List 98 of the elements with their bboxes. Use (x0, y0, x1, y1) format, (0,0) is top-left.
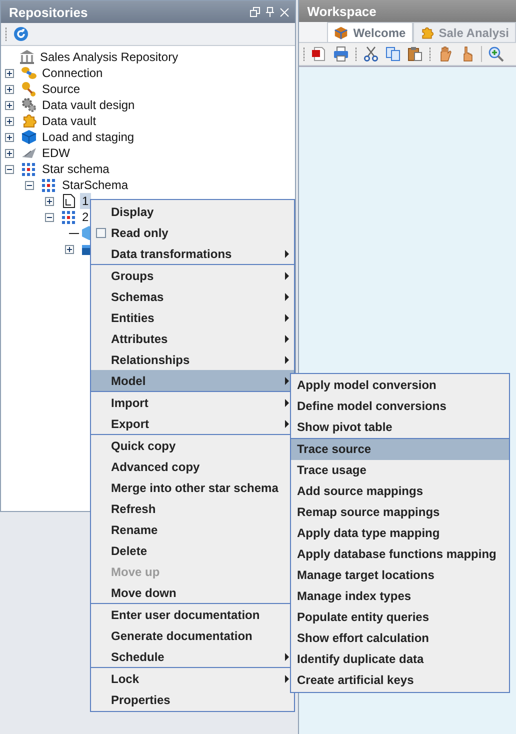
expander-toggle[interactable] (25, 180, 34, 190)
menu-item[interactable]: Schedule (91, 646, 294, 667)
menu-item[interactable]: Remap source mappings (291, 502, 509, 523)
menu-item[interactable]: Apply data type mapping (291, 523, 509, 544)
link-icon (21, 65, 37, 81)
paste-icon[interactable] (407, 46, 424, 62)
tree-item[interactable]: EDW (40, 145, 72, 161)
menu-item[interactable]: Identify duplicate data (291, 649, 509, 670)
tree-item[interactable]: Connection (40, 65, 105, 81)
menu-item[interactable]: Refresh (91, 498, 294, 519)
menu-item[interactable]: Relationships (91, 349, 294, 370)
submenu-arrow-icon (285, 420, 289, 428)
submenu-arrow-icon (285, 674, 289, 682)
menu-item[interactable]: Read only (91, 222, 294, 243)
pdf-icon[interactable] (311, 46, 328, 62)
printer-icon[interactable] (333, 46, 350, 62)
document-icon (61, 193, 77, 209)
submenu-arrow-icon (285, 356, 289, 364)
expander-toggle[interactable] (5, 148, 14, 158)
grid-icon (21, 161, 37, 177)
puzzle-icon (21, 113, 37, 129)
tree-item[interactable]: Source (40, 81, 82, 97)
plane-icon (21, 145, 37, 161)
zoom-in-icon[interactable] (488, 46, 504, 62)
menu-item[interactable]: Delete (91, 540, 294, 561)
menu-item[interactable]: Advanced copy (91, 456, 294, 477)
menu-item[interactable]: Enter user documentation (91, 604, 294, 625)
close-icon[interactable] (280, 8, 290, 16)
expander-toggle[interactable] (5, 68, 14, 78)
menu-item[interactable]: Populate entity queries (291, 607, 509, 628)
menu-item[interactable]: Define model conversions (291, 396, 509, 417)
menu-item[interactable]: Rename (91, 519, 294, 540)
expander-toggle[interactable] (5, 164, 14, 174)
cube-icon (334, 26, 348, 40)
menu-item[interactable]: Attributes (91, 328, 294, 349)
tree-item[interactable]: Sales Analysis Repository (38, 49, 180, 65)
tree-item[interactable]: Data vault design (40, 97, 137, 113)
expander-toggle[interactable] (5, 116, 14, 126)
panel-title: Repositories (9, 4, 88, 20)
menu-item[interactable]: Add source mappings (291, 481, 509, 502)
tree-item[interactable]: 2 (80, 209, 91, 225)
menu-item[interactable]: Apply database functions mapping (291, 544, 509, 565)
menu-item[interactable]: Model (91, 370, 294, 391)
nodes-icon (21, 81, 37, 97)
menu-item[interactable]: Create artificial keys (291, 670, 509, 691)
menu-item[interactable]: Manage index types (291, 586, 509, 607)
submenu-arrow-icon (285, 314, 289, 322)
menu-item[interactable]: Apply model conversion (291, 375, 509, 396)
menu-item[interactable]: Groups (91, 265, 294, 286)
menu-item[interactable]: Export (91, 413, 294, 434)
restore-icon[interactable] (250, 7, 260, 17)
building-icon (19, 49, 35, 65)
menu-item[interactable]: Display (91, 201, 294, 222)
menu-item[interactable]: Properties (91, 689, 294, 710)
copy-icon[interactable] (385, 46, 402, 62)
menu-item[interactable]: Data transformations (91, 243, 294, 264)
expander-toggle[interactable] (5, 132, 14, 142)
submenu-arrow-icon (285, 250, 289, 258)
tab[interactable]: Welcome (327, 22, 413, 42)
tree-item[interactable]: 1 (80, 193, 91, 209)
tree-item[interactable]: Star schema (40, 161, 112, 177)
expander-toggle[interactable] (65, 244, 74, 254)
menu-item[interactable]: Generate documentation (91, 625, 294, 646)
submenu-arrow-icon (285, 272, 289, 280)
grid-icon (61, 209, 77, 225)
panel-title: Workspace (307, 4, 376, 18)
submenu-arrow-icon (285, 292, 289, 300)
menu-item[interactable]: Show pivot table (291, 417, 509, 438)
expander-toggle[interactable] (5, 84, 14, 94)
menu-item[interactable]: Trace usage (291, 460, 509, 481)
menu-item[interactable]: Import (91, 392, 294, 413)
menu-item[interactable]: Manage target locations (291, 565, 509, 586)
scissors-icon[interactable] (363, 46, 380, 62)
menu-item[interactable]: Schemas (91, 286, 294, 307)
menu-item[interactable]: Lock (91, 668, 294, 689)
submenu-arrow-icon (285, 398, 289, 406)
menu-item[interactable]: Merge into other star schema (91, 477, 294, 498)
pin-icon[interactable] (265, 7, 276, 17)
gear-icon (21, 97, 37, 113)
expander-toggle[interactable] (45, 212, 54, 222)
menu-item[interactable]: Entities (91, 307, 294, 328)
submenu-arrow-icon (285, 652, 289, 660)
menu-item[interactable]: Move down (91, 582, 294, 603)
puzzle-icon (420, 26, 434, 40)
expander-toggle[interactable] (45, 196, 54, 206)
grid-icon (41, 177, 57, 193)
expander-toggle[interactable] (5, 100, 14, 110)
menu-item[interactable]: Quick copy (91, 435, 294, 456)
menu-item[interactable]: Trace source (291, 439, 509, 460)
tree-item[interactable]: Data vault (40, 113, 98, 129)
cube-icon (21, 129, 37, 145)
menu-item[interactable]: Show effort calculation (291, 628, 509, 649)
checkbox[interactable] (96, 228, 106, 238)
submenu-arrow-icon (285, 334, 289, 342)
submenu-arrow-icon (285, 376, 289, 384)
tree-item[interactable]: StarSchema (60, 177, 130, 193)
tree-item[interactable]: Load and staging (40, 129, 136, 145)
refresh-icon[interactable] (13, 26, 29, 42)
